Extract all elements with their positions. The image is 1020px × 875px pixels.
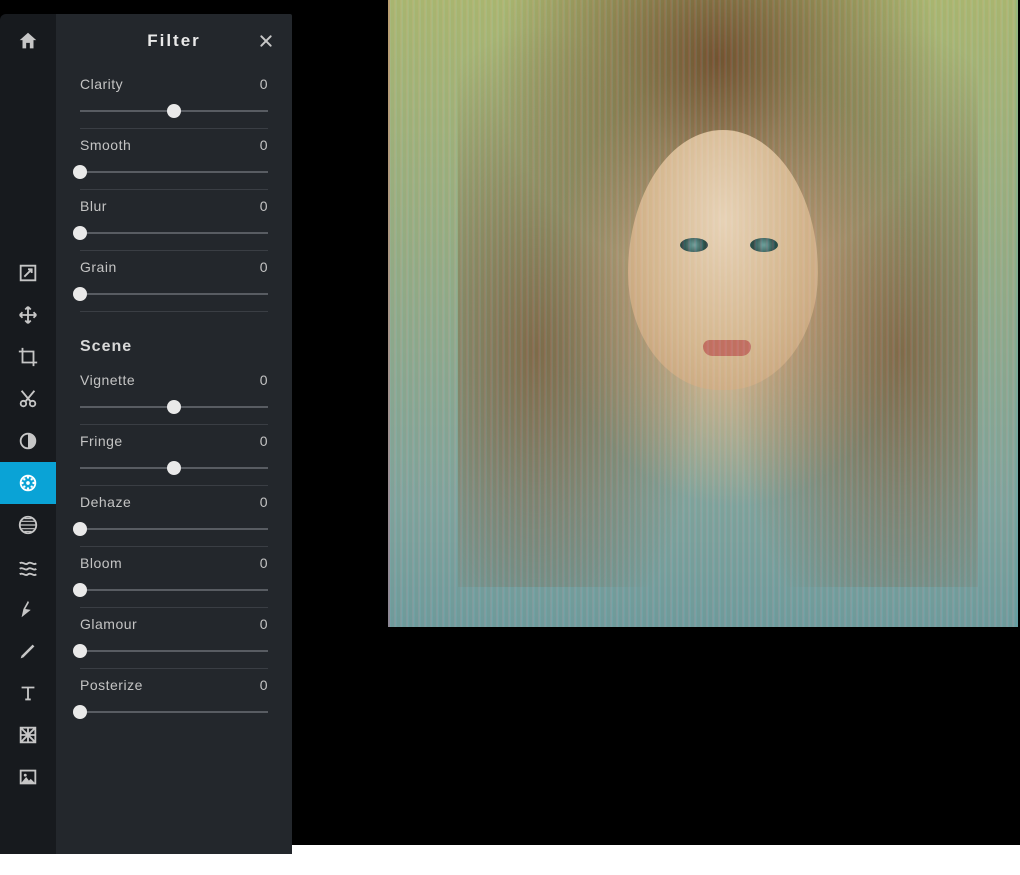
slider-label: Posterize <box>80 677 143 693</box>
slider-value: 0 <box>260 494 268 510</box>
cut-icon <box>17 388 39 410</box>
home-button[interactable] <box>0 20 56 62</box>
slider-label: Vignette <box>80 372 135 388</box>
liquify-icon <box>17 556 39 578</box>
heal-icon <box>17 598 39 620</box>
app-window: Filter Clarity 0 Smooth <box>0 0 1020 845</box>
blur-icon <box>17 514 39 536</box>
image-tool[interactable] <box>0 756 56 798</box>
bloom-slider: Bloom 0 <box>80 555 268 608</box>
slider-track[interactable] <box>80 579 268 601</box>
filter-icon <box>17 472 39 494</box>
vignette-slider: Vignette 0 <box>80 372 268 425</box>
clarity-slider: Clarity 0 <box>80 76 268 129</box>
image-content <box>703 340 751 356</box>
slider-label: Bloom <box>80 555 122 571</box>
blur-tool[interactable] <box>0 504 56 546</box>
slider-track[interactable] <box>80 701 268 723</box>
fringe-slider: Fringe 0 <box>80 433 268 486</box>
slider-track[interactable] <box>80 457 268 479</box>
image-content <box>680 238 708 252</box>
toolbar <box>0 14 56 854</box>
pattern-tool[interactable] <box>0 714 56 756</box>
text-icon <box>17 682 39 704</box>
slider-label: Glamour <box>80 616 137 632</box>
slider-label: Blur <box>80 198 107 214</box>
pattern-icon <box>17 724 39 746</box>
slider-knob[interactable] <box>73 644 87 658</box>
slider-track[interactable] <box>80 100 268 122</box>
panel-title: Filter <box>147 31 201 51</box>
crop-icon <box>17 346 39 368</box>
image-icon <box>17 766 39 788</box>
cut-tool[interactable] <box>0 378 56 420</box>
filter-panel: Filter Clarity 0 Smooth <box>56 14 292 854</box>
slider-track[interactable] <box>80 640 268 662</box>
draw-icon <box>17 640 39 662</box>
adjust-icon <box>17 430 39 452</box>
slider-value: 0 <box>260 76 268 92</box>
scene-section-title: Scene <box>80 338 268 356</box>
slider-value: 0 <box>260 198 268 214</box>
slider-value: 0 <box>260 616 268 632</box>
smooth-slider: Smooth 0 <box>80 137 268 190</box>
image-content <box>628 130 818 390</box>
heal-tool[interactable] <box>0 588 56 630</box>
slider-label: Grain <box>80 259 117 275</box>
blur-slider: Blur 0 <box>80 198 268 251</box>
slider-knob[interactable] <box>73 287 87 301</box>
glamour-slider: Glamour 0 <box>80 616 268 669</box>
move-tool[interactable] <box>0 294 56 336</box>
slider-value: 0 <box>260 433 268 449</box>
slider-knob[interactable] <box>73 226 87 240</box>
slider-value: 0 <box>260 137 268 153</box>
move-icon <box>17 304 39 326</box>
close-panel-button[interactable] <box>254 29 278 53</box>
panel-body: Clarity 0 Smooth 0 <box>56 76 292 723</box>
slider-label: Clarity <box>80 76 123 92</box>
slider-track[interactable] <box>80 161 268 183</box>
grain-slider: Grain 0 <box>80 259 268 312</box>
slider-knob[interactable] <box>167 104 181 118</box>
dehaze-slider: Dehaze 0 <box>80 494 268 547</box>
slider-knob[interactable] <box>73 583 87 597</box>
slider-value: 0 <box>260 677 268 693</box>
slider-label: Dehaze <box>80 494 131 510</box>
close-icon <box>258 33 274 49</box>
slider-knob[interactable] <box>73 705 87 719</box>
slider-knob[interactable] <box>73 165 87 179</box>
slider-knob[interactable] <box>73 522 87 536</box>
resize-tool[interactable] <box>0 252 56 294</box>
image-content <box>750 238 778 252</box>
image-content <box>458 0 978 587</box>
crop-tool[interactable] <box>0 336 56 378</box>
slider-label: Smooth <box>80 137 131 153</box>
slider-knob[interactable] <box>167 461 181 475</box>
resize-icon <box>17 262 39 284</box>
draw-tool[interactable] <box>0 630 56 672</box>
adjust-tool[interactable] <box>0 420 56 462</box>
image-glitch-effect <box>388 0 1018 627</box>
slider-value: 0 <box>260 259 268 275</box>
text-tool[interactable] <box>0 672 56 714</box>
panel-header: Filter <box>56 14 292 68</box>
posterize-slider: Posterize 0 <box>80 677 268 723</box>
edited-image[interactable] <box>388 0 1018 627</box>
filter-tool[interactable] <box>0 462 56 504</box>
canvas-area[interactable] <box>292 0 1020 845</box>
liquify-tool[interactable] <box>0 546 56 588</box>
slider-track[interactable] <box>80 222 268 244</box>
slider-knob[interactable] <box>167 400 181 414</box>
slider-track[interactable] <box>80 396 268 418</box>
home-icon <box>17 30 39 52</box>
slider-value: 0 <box>260 555 268 571</box>
slider-value: 0 <box>260 372 268 388</box>
slider-track[interactable] <box>80 283 268 305</box>
slider-track[interactable] <box>80 518 268 540</box>
slider-label: Fringe <box>80 433 123 449</box>
